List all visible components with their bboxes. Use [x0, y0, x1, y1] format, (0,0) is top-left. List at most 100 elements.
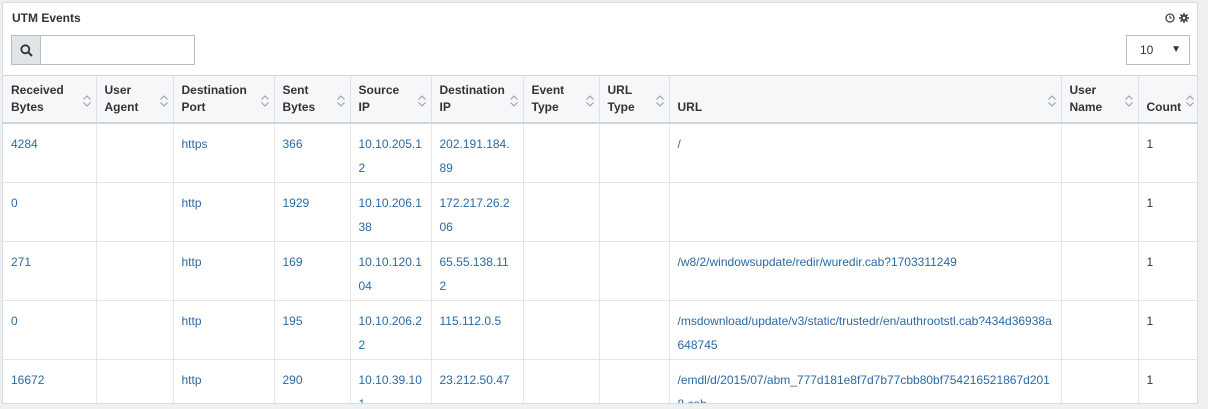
column-header-label: Destination IP	[439, 83, 505, 114]
page-size-value: 10	[1140, 43, 1154, 57]
cell-url-type	[599, 241, 670, 301]
search-input[interactable]	[41, 35, 195, 65]
widget-title: UTM Events	[12, 11, 81, 25]
cell-event-type	[523, 123, 600, 183]
cell-link[interactable]: 65.55.138.112	[440, 255, 509, 293]
search-button[interactable]	[11, 35, 41, 65]
cell-link[interactable]: http	[182, 196, 202, 210]
widget-header: UTM Events	[3, 3, 1197, 33]
cell-url: /	[669, 123, 1062, 183]
cell-link[interactable]: http	[182, 255, 202, 269]
table-row[interactable]: 16672 http 290 10.10.39.101 23.212.50.47/emd…	[3, 359, 1197, 404]
cell-user-name	[1061, 123, 1139, 183]
cell-source-ip: 10.10.206.138	[350, 182, 432, 242]
table-row[interactable]: 271 http 169 10.10.120.104 65.55.138.112/w8/…	[3, 241, 1197, 301]
cell-user-name	[1061, 241, 1139, 301]
cell-link[interactable]: /	[678, 137, 681, 151]
column-header-url-type[interactable]: URL Type	[599, 75, 670, 124]
column-header-label: Received Bytes	[11, 83, 64, 114]
column-header-label: Source IP	[358, 83, 400, 114]
cell-user-agent	[96, 241, 174, 301]
cell-url	[669, 182, 1062, 242]
cell-link[interactable]: 0	[11, 314, 18, 328]
cell-link[interactable]: 172.217.26.206	[440, 196, 510, 234]
cell-sent-bytes: 1929	[274, 182, 351, 242]
cell-source-ip: 10.10.205.12	[350, 123, 432, 183]
cell-received-bytes: 0	[3, 182, 97, 242]
cell-link[interactable]: https	[182, 137, 208, 151]
cell-destination-port: http	[173, 182, 275, 242]
cell-user-agent	[96, 359, 174, 403]
cell-link[interactable]: 169	[283, 255, 303, 269]
cell-link[interactable]: 115.112.0.5	[440, 314, 502, 328]
cell-link[interactable]: /emdl/d/2015/07/abm_777d181e8f7d7b77cbb8…	[678, 373, 1050, 404]
table-row[interactable]: 4284 https 366 10.10.205.12 202.191.184.89 / 1	[3, 123, 1197, 183]
sort-icon	[159, 95, 168, 107]
cell-count: 1	[1138, 182, 1197, 242]
column-header-user-name[interactable]: User Name	[1061, 75, 1139, 124]
table-row[interactable]: 0 http 195 10.10.206.22 115.112.0.5/msdownlo…	[3, 300, 1197, 360]
cell-link[interactable]: 290	[283, 373, 303, 387]
table-row[interactable]: 0 http 1929 10.10.206.138 172.217.26.206 1	[3, 182, 1197, 242]
cell-destination-ip: 172.217.26.206	[431, 182, 524, 242]
cell-link[interactable]: 366	[283, 137, 303, 151]
cell-destination-ip: 202.191.184.89	[431, 123, 524, 183]
cell-event-type	[523, 241, 600, 301]
cell-url: /emdl/d/2015/07/abm_777d181e8f7d7b77cbb8…	[669, 359, 1062, 404]
cell-sent-bytes: 366	[274, 123, 351, 183]
column-header-destination-port[interactable]: Destination Port	[173, 75, 275, 124]
column-header-source-ip[interactable]: Source IP	[350, 75, 432, 124]
cell-link[interactable]: 10.10.205.12	[359, 137, 422, 175]
cell-count: 1	[1138, 300, 1197, 360]
column-header-label: Destination Port	[181, 83, 247, 114]
cell-count: 1	[1138, 359, 1197, 403]
clock-icon[interactable]	[1165, 12, 1175, 23]
cell-received-bytes: 271	[3, 241, 97, 301]
sort-icon	[260, 95, 269, 107]
cell-link[interactable]: 10.10.39.101	[359, 373, 422, 404]
cell-link[interactable]: 1929	[283, 196, 310, 210]
cell-link[interactable]: 271	[11, 255, 31, 269]
column-header-label: User Name	[1069, 83, 1103, 114]
cell-destination-port: https	[173, 123, 275, 183]
cell-link[interactable]: 10.10.206.138	[359, 196, 422, 234]
cell-link[interactable]: 10.10.206.22	[359, 314, 422, 352]
cell-link[interactable]: /w8/2/windowsupdate/redir/wuredir.cab?17…	[678, 255, 957, 269]
cell-url-type	[599, 182, 670, 242]
column-header-user-agent[interactable]: User Agent	[96, 75, 174, 124]
events-table: Received Bytes User Agent Destination Port…	[3, 75, 1197, 404]
cell-sent-bytes: 195	[274, 300, 351, 360]
sort-icon	[1047, 95, 1056, 107]
column-header-label: User Agent	[104, 83, 139, 114]
cell-link[interactable]: 16672	[11, 373, 44, 387]
column-header-received-bytes[interactable]: Received Bytes	[3, 75, 97, 124]
sort-icon	[82, 95, 91, 107]
gear-icon[interactable]	[1179, 12, 1189, 23]
cell-link[interactable]: 23.212.50.47	[440, 373, 510, 387]
column-header-destination-ip[interactable]: Destination IP	[431, 75, 524, 124]
column-header-url[interactable]: URL	[669, 75, 1062, 124]
cell-user-agent	[96, 300, 174, 360]
sort-icon	[585, 95, 594, 107]
cell-user-name	[1061, 300, 1139, 360]
column-header-sent-bytes[interactable]: Sent Bytes	[274, 75, 351, 124]
sort-icon	[509, 95, 518, 107]
cell-link[interactable]: 202.191.184.89	[440, 137, 510, 175]
column-header-count[interactable]: Count	[1138, 75, 1197, 124]
cell-link[interactable]: 195	[283, 314, 303, 328]
cell-destination-ip: 65.55.138.112	[431, 241, 524, 301]
utm-events-widget: UTM Events 10 ▼ Received Bytes User Agent…	[2, 2, 1198, 404]
cell-event-type	[523, 300, 600, 360]
cell-link[interactable]: http	[182, 373, 202, 387]
cell-destination-port: http	[173, 241, 275, 301]
column-header-event-type[interactable]: Event Type	[523, 75, 600, 124]
cell-link[interactable]: 0	[11, 196, 18, 210]
page-size-select[interactable]: 10 ▼	[1126, 35, 1190, 65]
cell-link[interactable]: 4284	[11, 137, 38, 151]
cell-received-bytes: 4284	[3, 123, 97, 183]
sort-icon	[417, 95, 426, 107]
cell-link[interactable]: 10.10.120.104	[359, 255, 422, 293]
cell-link[interactable]: /msdownload/update/v3/static/trustedr/en…	[678, 314, 1052, 352]
chevron-down-icon: ▼	[1171, 44, 1181, 55]
cell-link[interactable]: http	[182, 314, 202, 328]
